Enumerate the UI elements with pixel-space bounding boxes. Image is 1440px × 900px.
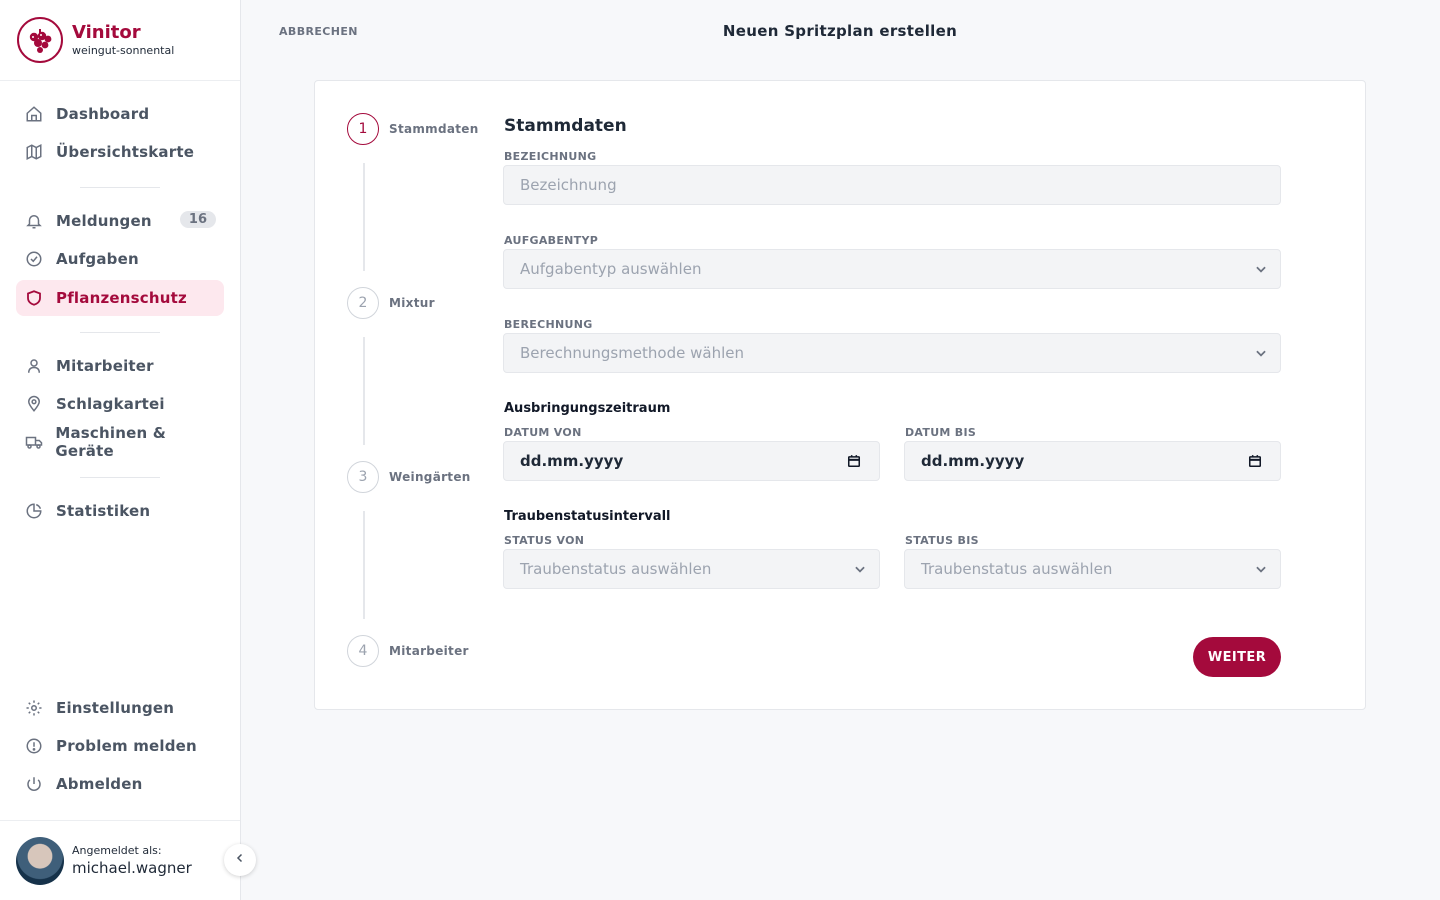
step-1-circle[interactable]: 1 [347,113,379,145]
alert-circle-icon [24,736,44,756]
date-to-value: dd.mm.yyyy [921,452,1025,470]
date-from-label: DATUM VON [504,426,582,439]
calendar-icon[interactable] [1248,454,1262,468]
status-from-label: STATUS VON [504,534,585,547]
date-from-value: dd.mm.yyyy [520,452,624,470]
nav-label: Mitarbeiter [56,357,154,375]
notification-count-badge: 16 [179,211,216,228]
nav-label: Problem melden [56,737,197,755]
collapse-sidebar-button[interactable] [224,844,256,876]
step-3-circle[interactable]: 3 [347,461,379,493]
step-connector [363,337,365,445]
nav-label: Einstellungen [56,699,175,717]
nav-divider [80,477,160,478]
period-title: Ausbringungszeitraum [504,401,671,416]
page-title: Neuen Spritzplan erstellen [722,22,958,40]
chevron-down-icon [1254,262,1268,276]
nav-label: Übersichtskarte [56,143,195,161]
nav-item-employees[interactable]: Mitarbeiter [16,348,224,384]
grape-interval-title: Traubenstatusintervall [504,509,671,524]
shield-icon [24,288,44,308]
chevron-down-icon [853,562,867,576]
step-3-label[interactable]: Weingärten [389,470,471,484]
sidebar: Vinitor weingut-sonnental Dashboard Über… [0,0,241,900]
nav-divider [80,332,160,333]
cancel-link[interactable]: ABBRECHEN [279,25,358,38]
step-connector [363,163,365,271]
step-1-label[interactable]: Stammdaten [389,122,479,136]
nav-label: Statistiken [56,502,151,520]
chevron-down-icon [1254,346,1268,360]
step-2-circle[interactable]: 2 [347,287,379,319]
gear-icon [24,698,44,718]
truck-icon [24,432,43,452]
step-connector [363,511,365,619]
nav-item-logout[interactable]: Abmelden [16,766,224,802]
pie-chart-icon [24,501,44,521]
user-profile[interactable]: Angemeldet als: michael.wagner [0,820,240,900]
nav-label: Meldungen [56,212,152,230]
power-icon [24,774,44,794]
brand-name: Vinitor [72,22,141,43]
name-placeholder: Bezeichnung [520,176,617,194]
brand[interactable]: Vinitor weingut-sonnental [0,0,240,81]
calculation-label: BERECHNUNG [504,318,593,331]
nav-label: Schlagkartei [56,395,165,413]
calendar-icon[interactable] [847,454,861,468]
map-pin-icon [24,394,44,414]
nav-item-tasks[interactable]: Aufgaben [16,241,224,277]
task-type-select[interactable]: Aufgabentyp auswählen [503,249,1281,289]
nav-item-field-records[interactable]: Schlagkartei [16,386,224,422]
avatar [16,836,64,885]
home-icon [24,104,44,124]
next-button[interactable]: WEITER [1193,637,1281,677]
task-type-label: AUFGABENTYP [504,234,599,247]
status-from-placeholder: Traubenstatus auswählen [520,560,712,578]
nav-item-plant-protection[interactable]: Pflanzenschutz [16,280,224,316]
chevron-down-icon [1254,562,1268,576]
status-to-label: STATUS BIS [905,534,979,547]
chevron-left-icon [234,852,246,868]
nav-item-machines[interactable]: Maschinen & Geräte [16,424,224,460]
grapes-logo-icon [17,17,63,63]
section-title: Stammdaten [504,116,627,136]
nav-item-dashboard[interactable]: Dashboard [16,96,224,132]
status-to-placeholder: Traubenstatus auswählen [921,560,1113,578]
step-2-label[interactable]: Mixtur [389,296,435,310]
nav-item-statistics[interactable]: Statistiken [16,493,224,529]
user-name: michael.wagner [72,859,192,877]
date-to-input[interactable]: dd.mm.yyyy [904,441,1281,481]
task-type-placeholder: Aufgabentyp auswählen [520,260,702,278]
bell-icon [24,211,44,231]
nav-label: Maschinen & Geräte [55,424,167,460]
date-to-label: DATUM BIS [905,426,977,439]
name-input[interactable]: Bezeichnung [503,165,1281,205]
status-to-select[interactable]: Traubenstatus auswählen [904,549,1281,589]
nav-divider [80,187,160,188]
user-label: Angemeldet als: [72,844,162,857]
nav-label: Aufgaben [56,250,139,268]
wizard-card: 1 Stammdaten 2 Mixtur 3 Weingärten 4 Mit… [314,80,1366,710]
nav-item-report-problem[interactable]: Problem melden [16,728,224,764]
nav-label: Pflanzenschutz [56,289,187,307]
date-from-input[interactable]: dd.mm.yyyy [503,441,880,481]
nav-item-overview-map[interactable]: Übersichtskarte [16,134,224,170]
step-4-label[interactable]: Mitarbeiter [389,644,469,658]
name-label: BEZEICHNUNG [504,150,597,163]
user-icon [24,356,44,376]
nav-label: Dashboard [56,105,150,123]
nav-item-settings[interactable]: Einstellungen [16,690,224,726]
calculation-placeholder: Berechnungsmethode wählen [520,344,744,362]
calculation-select[interactable]: Berechnungsmethode wählen [503,333,1281,373]
status-from-select[interactable]: Traubenstatus auswählen [503,549,880,589]
step-4-circle[interactable]: 4 [347,635,379,667]
map-icon [24,142,44,162]
nav-item-notifications[interactable]: Meldungen 16 [16,203,224,239]
nav-label: Abmelden [56,775,143,793]
check-circle-icon [24,249,44,269]
brand-subtitle: weingut-sonnental [72,44,175,57]
